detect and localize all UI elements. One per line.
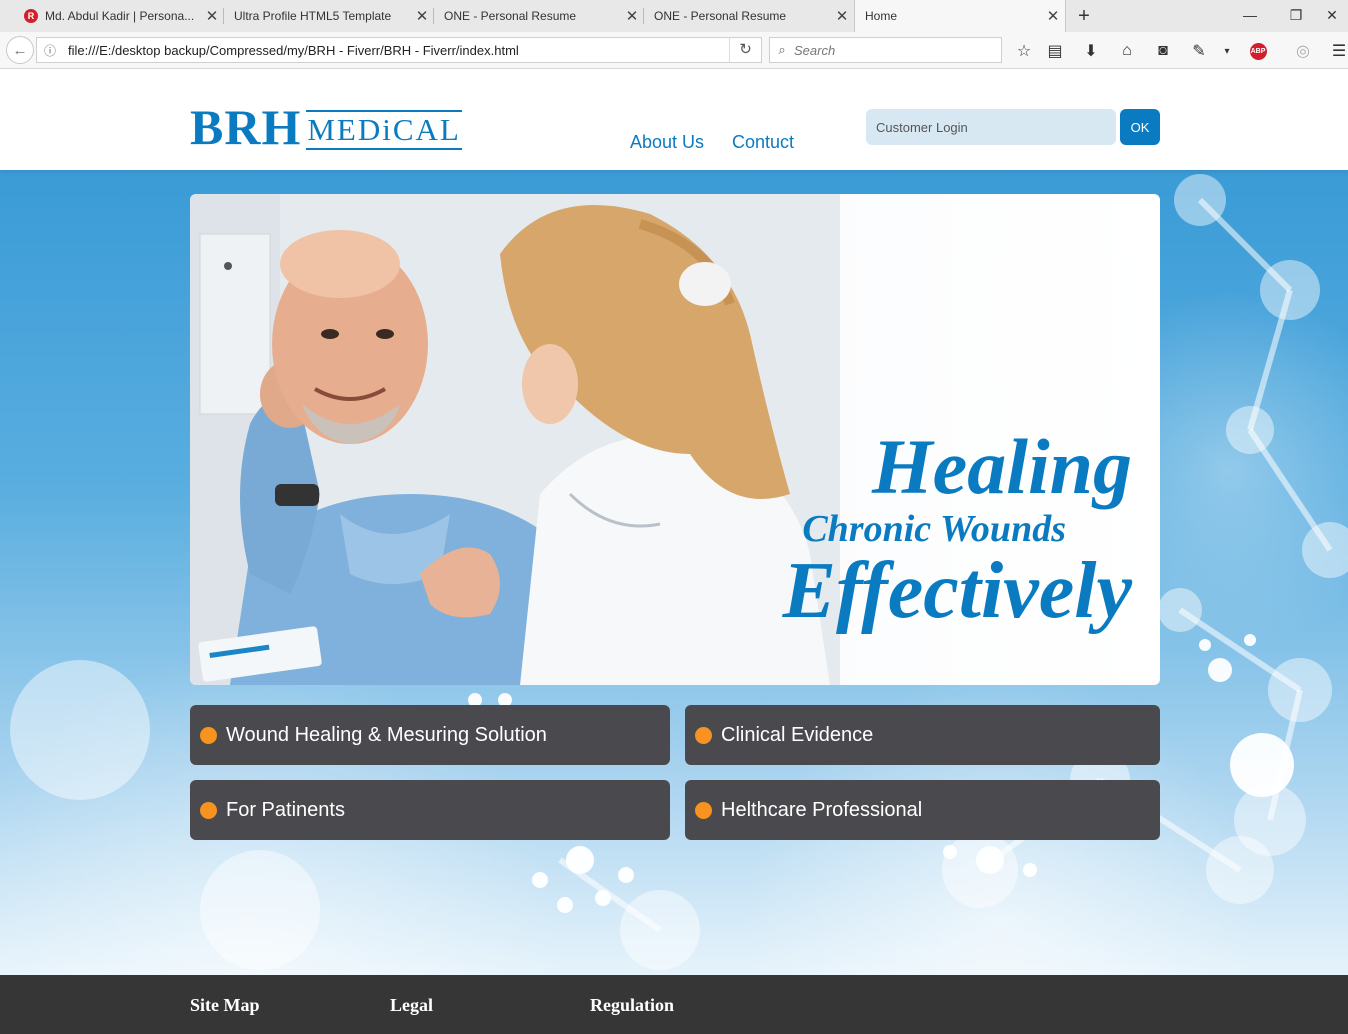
bookmark-star-icon[interactable]: ☆ <box>1011 38 1037 64</box>
feature-label: Clinical Evidence <box>721 723 874 746</box>
footer-site-map-link[interactable]: Site Map <box>190 995 260 1016</box>
tab-title: ONE - Personal Resume <box>444 9 577 23</box>
sync-icon[interactable]: ◎ <box>1290 38 1316 64</box>
nav-about-us[interactable]: About Us <box>630 132 704 153</box>
customer-login-input[interactable] <box>866 109 1116 145</box>
logo-medical-text: MEDiCAL <box>306 110 462 150</box>
tab-title: Home <box>865 9 898 23</box>
search-placeholder[interactable]: Search <box>794 43 835 58</box>
close-tab-icon[interactable]: ✕ <box>1041 7 1065 25</box>
download-icon[interactable]: ⬇ <box>1078 38 1104 64</box>
browser-tab[interactable]: ONE - Personal Resume ✕ <box>434 0 644 32</box>
url-text[interactable]: file:///E:/desktop backup/Compressed/my/… <box>63 43 729 58</box>
hero-line-healing: Healing <box>871 423 1132 510</box>
feature-label: Helthcare Professional <box>721 798 923 821</box>
reload-icon[interactable]: ↻ <box>729 38 761 62</box>
site-header: BRH MEDiCAL About Us Contuct OK <box>0 70 1348 170</box>
close-tab-icon[interactable]: ✕ <box>620 7 644 25</box>
site-footer: Site Map Legal Regulation <box>0 975 1348 1034</box>
logo-brh-text: BRH <box>190 99 302 155</box>
browser-nav-bar: ← ⓘ file:///E:/desktop backup/Compressed… <box>0 32 1348 69</box>
close-tab-icon[interactable]: ✕ <box>830 7 854 25</box>
menu-icon[interactable]: ☰ <box>1330 38 1348 64</box>
new-tab-icon[interactable]: + <box>1072 4 1096 28</box>
search-box[interactable]: ⌕ Search <box>769 37 1002 63</box>
reading-list-icon[interactable]: ▤ <box>1042 38 1068 64</box>
browser-tab-active[interactable]: Home ✕ <box>854 0 1066 32</box>
browser-tab[interactable]: ONE - Personal Resume ✕ <box>644 0 854 32</box>
clinical-evidence-button[interactable]: Clinical Evidence <box>685 705 1160 765</box>
tab-title: Ultra Profile HTML5 Template <box>234 9 392 23</box>
back-arrow-icon[interactable]: ← <box>6 36 34 64</box>
brh-medical-logo[interactable]: BRH MEDiCAL <box>190 99 462 155</box>
hero-line-chronic-wounds: Chronic Wounds <box>802 508 1066 550</box>
orange-bullet-icon <box>200 801 217 819</box>
address-bar[interactable]: ⓘ file:///E:/desktop backup/Compressed/m… <box>36 37 762 63</box>
footer-legal-link[interactable]: Legal <box>390 995 433 1016</box>
orange-bullet-icon <box>695 801 712 819</box>
close-tab-icon[interactable]: ✕ <box>410 7 434 25</box>
extension-icon[interactable]: ✎ <box>1186 38 1212 64</box>
browser-tab[interactable]: R Md. Abdul Kadir | Persona... ✕ <box>14 0 224 32</box>
chevron-down-icon[interactable]: ▾ <box>1214 38 1240 64</box>
adblock-icon[interactable]: ABP <box>1245 38 1271 64</box>
wound-healing-button[interactable]: Wound Healing & Mesuring Solution <box>190 705 670 765</box>
minimize-icon[interactable]: — <box>1228 0 1272 30</box>
adblock-label: ABP <box>1249 42 1267 60</box>
pocket-icon[interactable]: ◙ <box>1150 38 1176 64</box>
tab-title: Md. Abdul Kadir | Persona... <box>45 9 195 23</box>
browser-tab-bar: R Md. Abdul Kadir | Persona... ✕ Ultra P… <box>0 0 1348 32</box>
search-icon: ⌕ <box>778 42 786 57</box>
orange-bullet-icon <box>200 726 217 744</box>
site-favicon-icon: R <box>24 9 38 23</box>
hero-banner: Healing Chronic Wounds Effectively <box>190 194 1160 685</box>
orange-bullet-icon <box>695 726 712 744</box>
hero-line-effectively: Effectively <box>782 547 1132 635</box>
login-ok-button[interactable]: OK <box>1120 109 1160 145</box>
tab-title: ONE - Personal Resume <box>654 9 787 23</box>
healthcare-professional-button[interactable]: Helthcare Professional <box>685 780 1160 840</box>
info-icon[interactable]: ⓘ <box>37 42 63 59</box>
hero-headline: Healing Chronic Wounds Effectively <box>672 423 1132 635</box>
browser-tab[interactable]: Ultra Profile HTML5 Template ✕ <box>224 0 434 32</box>
for-patients-button[interactable]: For Patinents <box>190 780 670 840</box>
close-window-icon[interactable]: ✕ <box>1316 0 1348 30</box>
footer-regulation-link[interactable]: Regulation <box>590 995 674 1016</box>
nav-contact[interactable]: Contuct <box>732 132 794 153</box>
close-tab-icon[interactable]: ✕ <box>200 7 224 25</box>
restore-icon[interactable]: ❐ <box>1274 0 1318 30</box>
home-icon[interactable]: ⌂ <box>1114 38 1140 64</box>
feature-label: Wound Healing & Mesuring Solution <box>226 723 547 746</box>
feature-label: For Patinents <box>226 798 345 821</box>
